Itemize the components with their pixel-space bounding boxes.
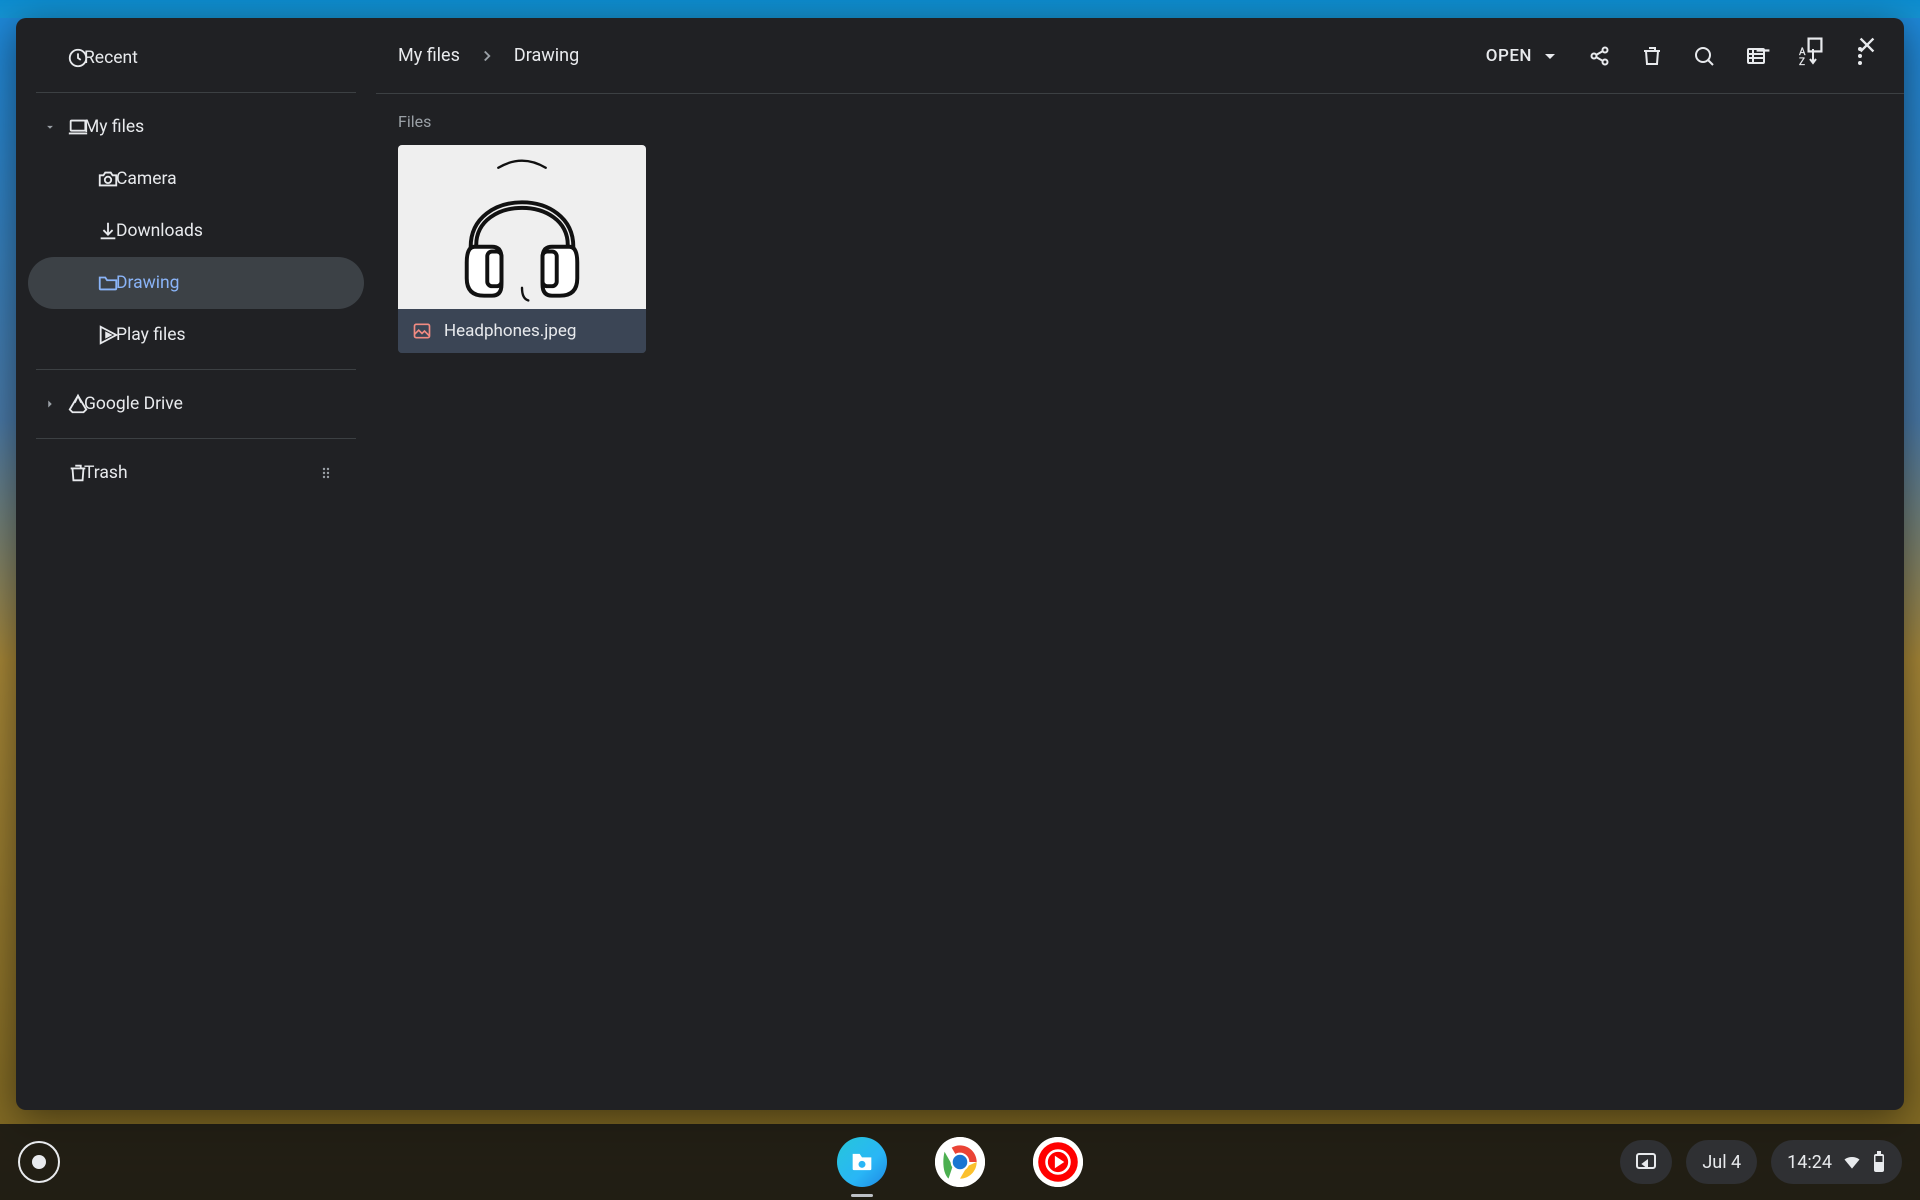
- sidebar-item-label: Google Drive: [84, 394, 183, 414]
- chevron-right-icon: [478, 47, 496, 65]
- date-label: Jul 4: [1702, 1152, 1741, 1173]
- search-button[interactable]: [1680, 32, 1728, 80]
- file-item[interactable]: Headphones.jpeg: [398, 145, 646, 353]
- chevron-right-icon[interactable]: [36, 397, 64, 411]
- headphones-image-icon: [442, 152, 602, 302]
- share-button[interactable]: [1576, 32, 1624, 80]
- image-type-icon: [412, 321, 432, 341]
- laptop-icon: [64, 116, 92, 138]
- chrome-icon: [935, 1137, 985, 1187]
- close-button[interactable]: [1854, 32, 1880, 58]
- sidebar-item-label: Play files: [116, 325, 186, 345]
- sidebar-item-drive[interactable]: Google Drive: [28, 378, 364, 430]
- breadcrumb-root[interactable]: My files: [390, 39, 468, 72]
- ytmusic-icon: [1033, 1137, 1083, 1187]
- file-content-area: Files: [376, 94, 1904, 371]
- main-panel: My files Drawing OPEN: [376, 18, 1904, 1110]
- cast-icon: [1634, 1150, 1658, 1174]
- launcher-button[interactable]: [18, 1141, 60, 1183]
- download-icon: [94, 220, 122, 242]
- section-label: Files: [398, 112, 1882, 131]
- dropdown-arrow-icon: [1538, 44, 1562, 68]
- trash-icon: [64, 462, 92, 484]
- status-icons: [1842, 1151, 1886, 1173]
- window-controls: [1750, 18, 1904, 58]
- delete-button[interactable]: [1628, 32, 1676, 80]
- drag-handle-icon[interactable]: [318, 465, 334, 481]
- file-thumbnail: [398, 145, 646, 309]
- wifi-icon: [1842, 1152, 1862, 1172]
- file-grid: Headphones.jpeg: [398, 145, 1882, 353]
- shelf-app-files[interactable]: [837, 1137, 887, 1187]
- clock-icon: [64, 47, 92, 69]
- files-app-icon: [848, 1148, 876, 1176]
- sidebar-item-label: Camera: [116, 169, 177, 189]
- sidebar-item-recent[interactable]: Recent: [28, 32, 364, 84]
- date-button[interactable]: Jul 4: [1686, 1140, 1757, 1184]
- time-label: 14:24: [1787, 1152, 1832, 1173]
- files-app-window: Recent My files Camera: [16, 18, 1904, 1110]
- shelf-app-chrome[interactable]: [935, 1137, 985, 1187]
- minimize-button[interactable]: [1750, 32, 1776, 58]
- file-name: Headphones.jpeg: [444, 321, 576, 341]
- camera-icon: [94, 168, 122, 190]
- sidebar-item-downloads[interactable]: Downloads: [28, 205, 364, 257]
- maximize-button[interactable]: [1802, 32, 1828, 58]
- sidebar-item-label: Downloads: [116, 221, 203, 241]
- sidebar-item-label: My files: [84, 117, 144, 137]
- chevron-down-icon[interactable]: [36, 120, 64, 134]
- open-button-label: OPEN: [1486, 46, 1532, 66]
- sidebar-item-myfiles[interactable]: My files: [28, 101, 364, 153]
- breadcrumb-current[interactable]: Drawing: [506, 39, 587, 72]
- battery-icon: [1872, 1151, 1886, 1173]
- svg-text:Z: Z: [1799, 57, 1805, 68]
- status-tray[interactable]: 14:24: [1771, 1140, 1902, 1184]
- sidebar-item-label: Recent: [84, 48, 138, 68]
- sidebar-item-playfiles[interactable]: Play files: [28, 309, 364, 361]
- sidebar-item-label: Drawing: [116, 273, 180, 293]
- cast-button[interactable]: [1620, 1140, 1672, 1184]
- shelf: Jul 4 14:24: [0, 1124, 1920, 1200]
- shelf-app-ytmusic[interactable]: [1033, 1137, 1083, 1187]
- toolbar: My files Drawing OPEN: [376, 18, 1904, 94]
- breadcrumb: My files Drawing: [390, 39, 587, 72]
- sidebar: Recent My files Camera: [16, 18, 376, 1110]
- open-button[interactable]: OPEN: [1476, 36, 1572, 76]
- launcher-icon: [32, 1155, 46, 1169]
- sidebar-item-camera[interactable]: Camera: [28, 153, 364, 205]
- drive-icon: [64, 393, 92, 415]
- play-icon: [94, 324, 122, 346]
- sidebar-item-trash[interactable]: Trash: [28, 447, 364, 499]
- sidebar-item-drawing[interactable]: Drawing: [28, 257, 364, 309]
- folder-icon: [94, 272, 122, 294]
- file-caption: Headphones.jpeg: [398, 309, 646, 353]
